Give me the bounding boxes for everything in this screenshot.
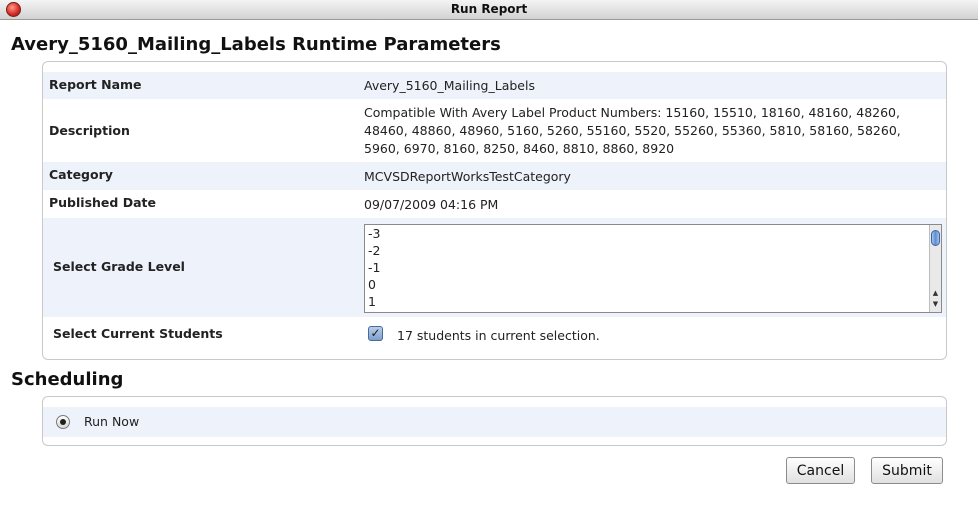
published-date-label: Published Date — [49, 195, 156, 210]
current-students-checkbox[interactable]: ✓ — [368, 326, 383, 341]
scrollbar-thumb[interactable] — [931, 230, 940, 246]
category-row: Category MCVSDReportWorksTestCategory — [43, 162, 946, 190]
category-value: MCVSDReportWorksTestCategory — [364, 169, 571, 184]
current-students-label: Select Current Students — [53, 326, 223, 341]
published-date-row: Published Date 09/07/2009 04:16 PM — [43, 190, 946, 218]
scroll-up-arrow-icon[interactable]: ▲ — [930, 289, 941, 298]
scheduling-panel: Run Now — [42, 396, 947, 446]
radio-selected-dot — [60, 419, 66, 425]
current-students-row: Select Current Students ✓ 17 students in… — [43, 317, 946, 353]
parameters-panel: Report Name Avery_5160_Mailing_Labels De… — [42, 61, 947, 360]
published-date-value: 09/07/2009 04:16 PM — [364, 197, 499, 212]
report-name-row: Report Name Avery_5160_Mailing_Labels — [43, 72, 946, 99]
grade-option[interactable]: -3 — [365, 225, 941, 242]
grade-level-listbox[interactable]: -3 -2 -1 0 1 ▲ ▼ — [364, 224, 942, 313]
report-name-value: Avery_5160_Mailing_Labels — [364, 78, 535, 93]
run-now-label[interactable]: Run Now — [84, 413, 938, 431]
run-now-radio[interactable] — [56, 415, 70, 429]
page-title: Avery_5160_Mailing_Labels Runtime Parame… — [11, 34, 501, 55]
grade-listbox-scrollbar[interactable]: ▲ ▼ — [929, 225, 941, 312]
grade-level-row: Select Grade Level -3 -2 -1 0 1 ▲ ▼ — [43, 218, 946, 317]
submit-button[interactable]: Submit — [871, 457, 943, 484]
report-name-label: Report Name — [49, 77, 142, 92]
cancel-button[interactable]: Cancel — [786, 457, 855, 484]
category-label: Category — [49, 167, 113, 182]
window-titlebar: Run Report — [0, 0, 978, 20]
description-row: Description Compatible With Avery Label … — [43, 99, 946, 162]
scroll-down-arrow-icon[interactable]: ▼ — [930, 300, 941, 309]
window-title: Run Report — [450, 2, 528, 16]
grade-option[interactable]: 0 — [365, 276, 941, 293]
grade-option[interactable]: -2 — [365, 242, 941, 259]
description-label: Description — [49, 123, 130, 138]
run-now-row: Run Now — [43, 407, 946, 437]
description-value: Compatible With Avery Label Product Numb… — [364, 105, 901, 156]
grade-option[interactable]: 1 — [365, 293, 941, 310]
current-students-value: 17 students in current selection. — [397, 328, 600, 343]
grade-option[interactable]: -1 — [365, 259, 941, 276]
checkmark-icon: ✓ — [370, 326, 381, 340]
grade-level-label: Select Grade Level — [53, 259, 185, 274]
scheduling-title: Scheduling — [11, 369, 124, 390]
